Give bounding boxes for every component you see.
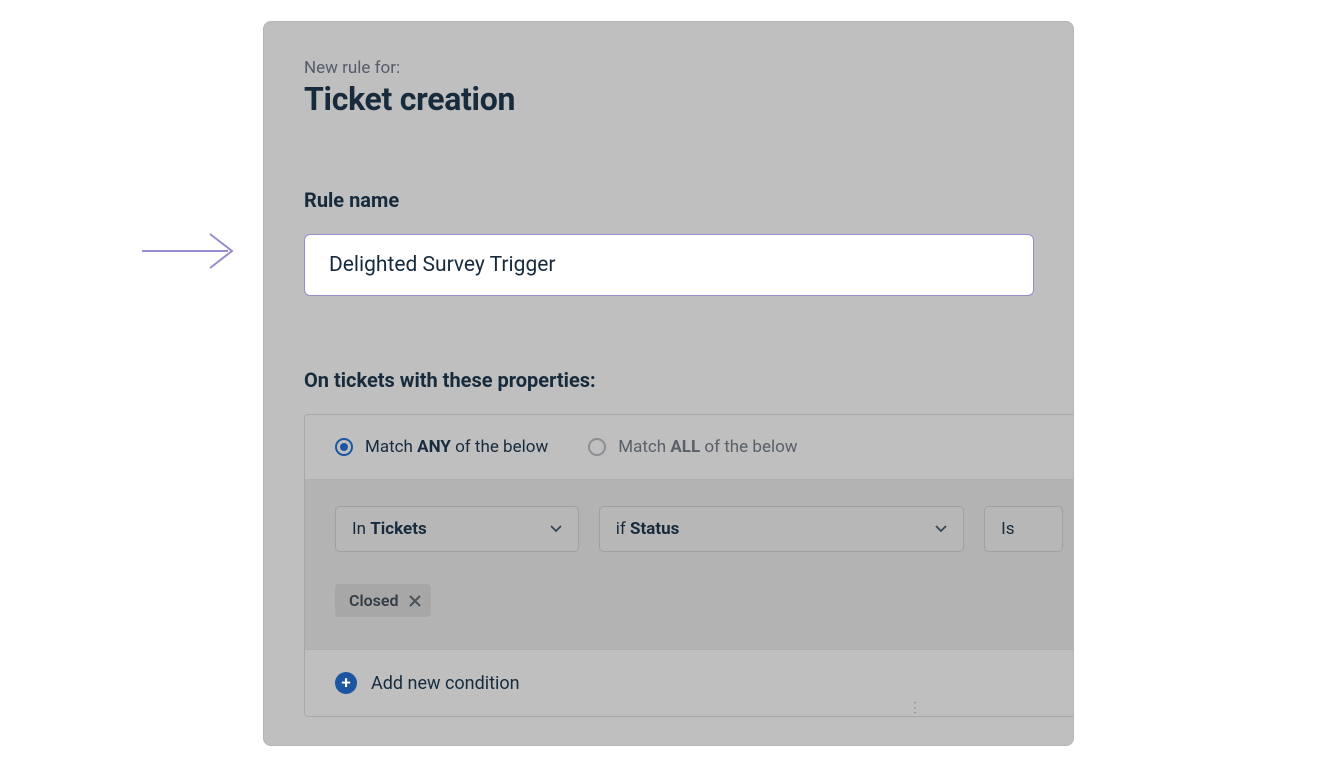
value-tag: Closed [335,584,431,617]
rule-name-input[interactable] [304,234,1034,296]
drag-handle-icon: ⋮ [908,700,923,716]
tag-remove-icon[interactable] [409,595,421,607]
match-any-radio[interactable]: Match ANY of the below [335,437,548,457]
chevron-down-icon [935,525,947,533]
rule-name-label: Rule name [304,188,1073,212]
match-any-label: Match ANY of the below [365,437,548,457]
condition-values: Closed [335,584,1063,617]
add-condition-button[interactable]: + Add new condition ⋮ [305,650,1074,716]
value-tag-label: Closed [349,591,399,610]
panel-title: Ticket creation [304,80,1073,118]
operator-dropdown[interactable]: Is [984,506,1063,552]
panel-subtitle: New rule for: [304,58,1073,78]
radio-unselected-icon [588,438,606,456]
chevron-down-icon [550,525,562,533]
rule-editor-panel: New rule for: Ticket creation Rule name … [263,21,1074,746]
plus-icon: + [335,672,357,694]
conditions-heading: On tickets with these properties: [304,368,1073,392]
conditions-container: Match ANY of the below Match ALL of the … [304,414,1074,717]
add-condition-label: Add new condition [371,673,520,694]
match-mode-row: Match ANY of the below Match ALL of the … [305,415,1074,480]
match-all-label: Match ALL of the below [618,437,797,457]
field-dropdown[interactable]: if Status [599,506,964,552]
scope-dropdown[interactable]: In Tickets [335,506,579,552]
radio-selected-icon [335,438,353,456]
annotation-arrow [140,226,240,276]
condition-row: In Tickets if Status Is Closed [305,480,1074,650]
match-all-radio[interactable]: Match ALL of the below [588,437,797,457]
